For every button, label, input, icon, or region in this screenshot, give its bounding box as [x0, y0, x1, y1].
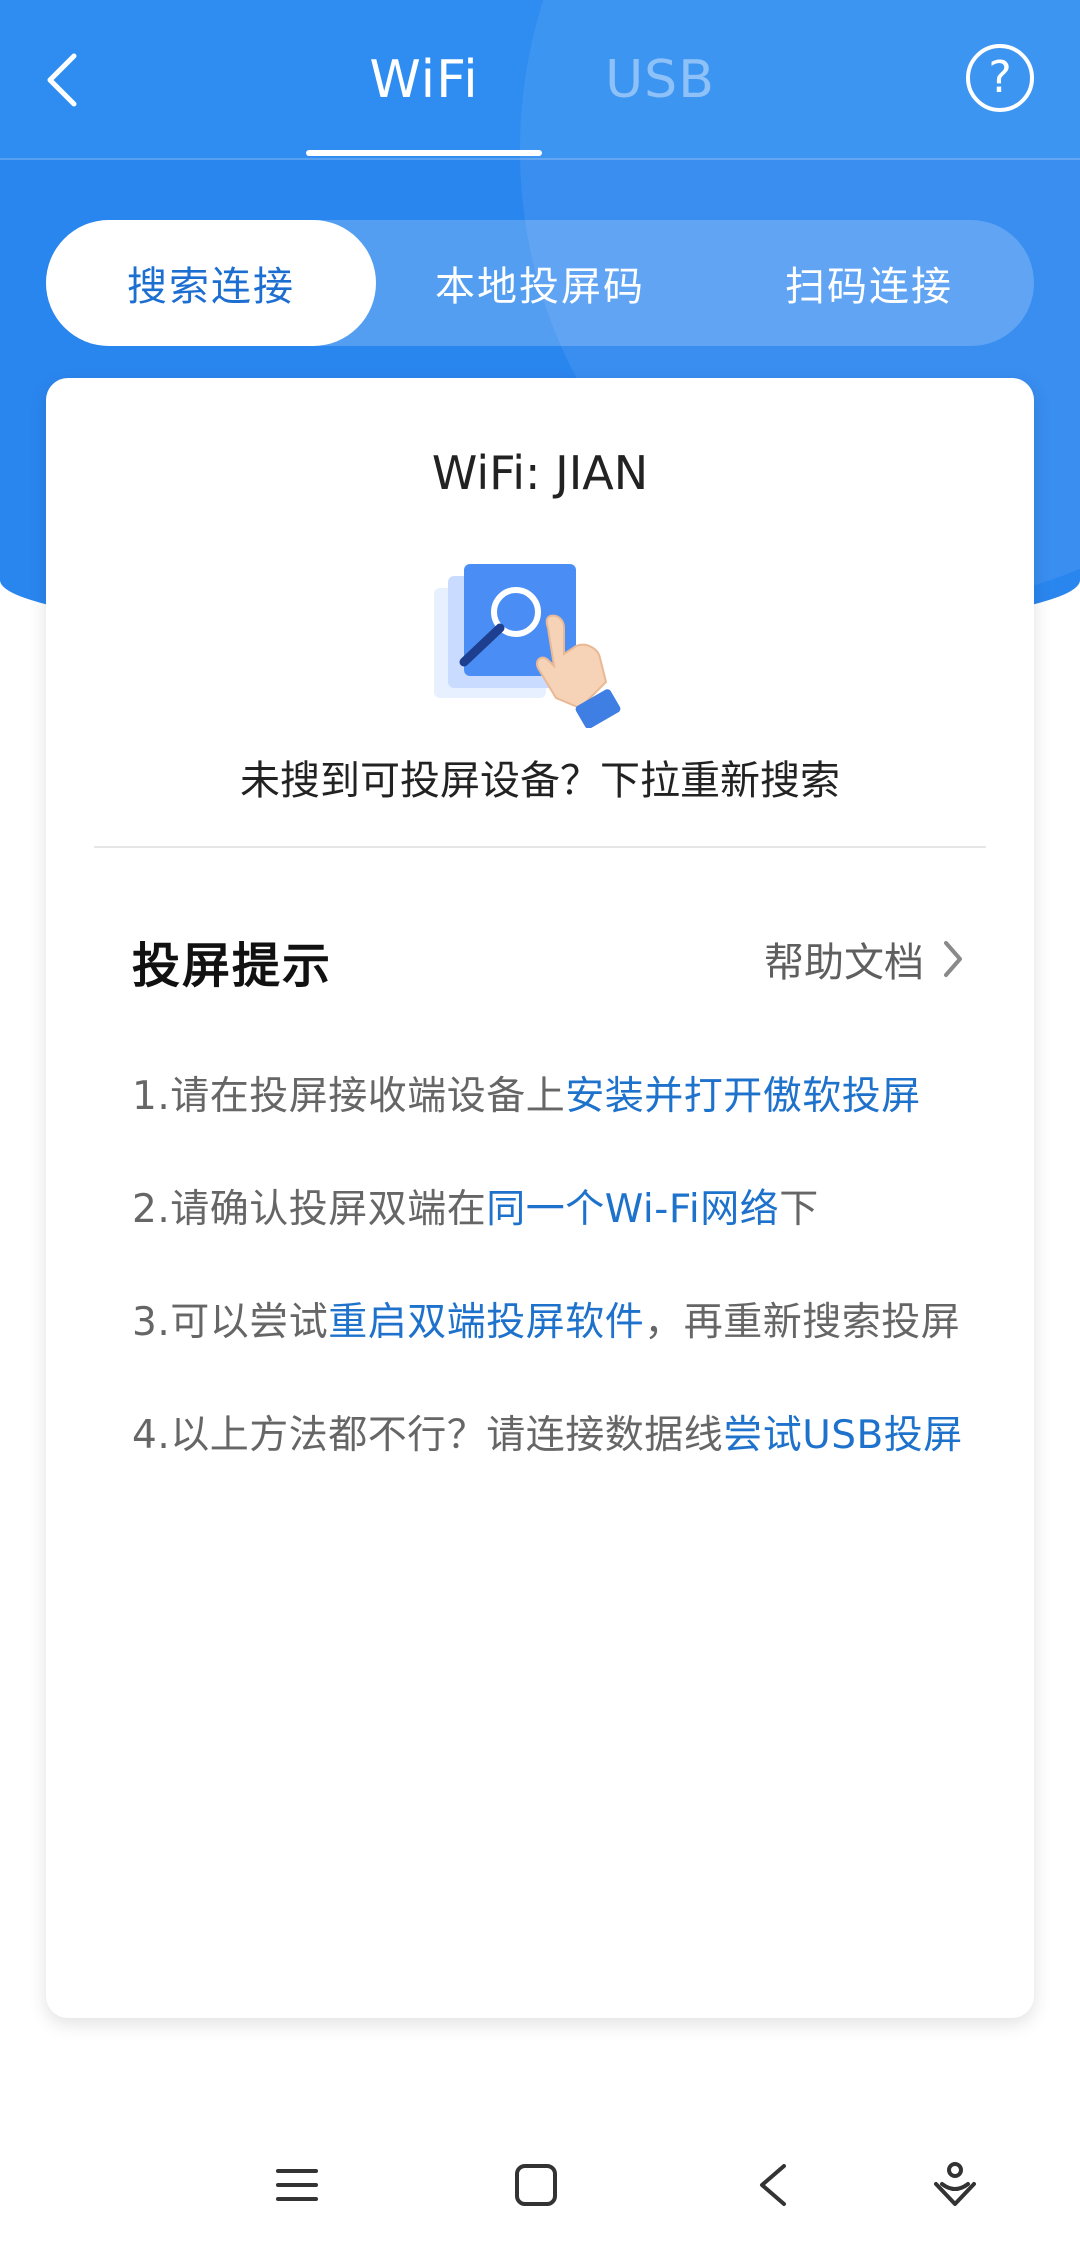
card-divider [94, 846, 986, 848]
back-triangle-icon [760, 2164, 786, 2206]
back-button[interactable] [32, 40, 92, 120]
mode-local-cast-code[interactable]: 本地投屏码 [375, 220, 705, 346]
nav-home-button[interactable] [491, 2140, 581, 2230]
search-card: WiFi: JIAN 未搜到可投屏设备？下拉重新搜索 投屏提示 帮助文档 1.请… [46, 378, 1034, 2018]
mode-scan-connect[interactable]: 扫码连接 [704, 220, 1034, 346]
system-navigation-bar [0, 2140, 1080, 2230]
tip-link-install-open[interactable]: 安装并打开傲软投屏 [565, 1074, 921, 1119]
chevron-left-icon [47, 53, 77, 107]
tip-text: 3.可以尝试 [132, 1300, 329, 1345]
home-square-icon [515, 2164, 557, 2206]
tip-item: 3.可以尝试重启双端投屏软件，再重新搜索投屏 [132, 1294, 972, 1351]
help-document-link[interactable]: 帮助文档 [764, 926, 964, 992]
top-bar: WiFi USB ? [0, 0, 1080, 160]
tip-text-suffix: 下 [779, 1187, 819, 1232]
assistant-icon [934, 2162, 976, 2206]
nav-menu-button[interactable] [252, 2140, 342, 2230]
mode-switch: 搜索连接 本地投屏码 扫码连接 [46, 220, 1034, 346]
tip-text: 4.以上方法都不行？请连接数据线 [132, 1413, 724, 1458]
screen: WiFi USB ? 搜索连接 本地投屏码 扫码连接 WiFi: JIAN 未搜… [0, 0, 1080, 2250]
tip-text: 2.请确认投屏双端在 [132, 1187, 487, 1232]
wifi-name-label: WiFi: JIAN [431, 446, 649, 500]
chevron-right-icon [944, 941, 962, 977]
tip-item: 4.以上方法都不行？请连接数据线尝试USB投屏 [132, 1407, 972, 1464]
tips-title: 投屏提示 [132, 938, 333, 994]
help-button[interactable]: ? [966, 44, 1034, 112]
nav-back-button[interactable] [728, 2140, 818, 2230]
tab-wifi[interactable]: WiFi [306, 40, 542, 120]
mode-search-connect[interactable]: 搜索连接 [46, 220, 376, 346]
question-circle-icon: ? [988, 52, 1012, 103]
tab-active-indicator [306, 150, 542, 156]
tip-text-suffix: ，再重新搜索投屏 [644, 1300, 961, 1345]
tip-item: 1.请在投屏接收端设备上安装并打开傲软投屏 [132, 1068, 972, 1125]
menu-icon [276, 2169, 318, 2201]
tip-item: 2.请确认投屏双端在同一个Wi-Fi网络下 [132, 1181, 972, 1238]
tip-link-same-wifi[interactable]: 同一个Wi-Fi网络 [486, 1187, 779, 1232]
nav-assistant-button[interactable] [910, 2140, 1000, 2230]
help-document-label: 帮助文档 [764, 940, 924, 986]
no-device-hint: 未搜到可投屏设备？下拉重新搜索 [240, 758, 840, 804]
tip-link-restart-software[interactable]: 重启双端投屏软件 [328, 1300, 644, 1345]
search-tap-illustration [434, 564, 621, 728]
tip-link-try-usb[interactable]: 尝试USB投屏 [723, 1413, 963, 1458]
tips-list: 1.请在投屏接收端设备上安装并打开傲软投屏 2.请确认投屏双端在同一个Wi-Fi… [132, 1068, 972, 1520]
tip-text: 1.请在投屏接收端设备上 [132, 1074, 566, 1119]
tab-usb[interactable]: USB [580, 40, 740, 120]
